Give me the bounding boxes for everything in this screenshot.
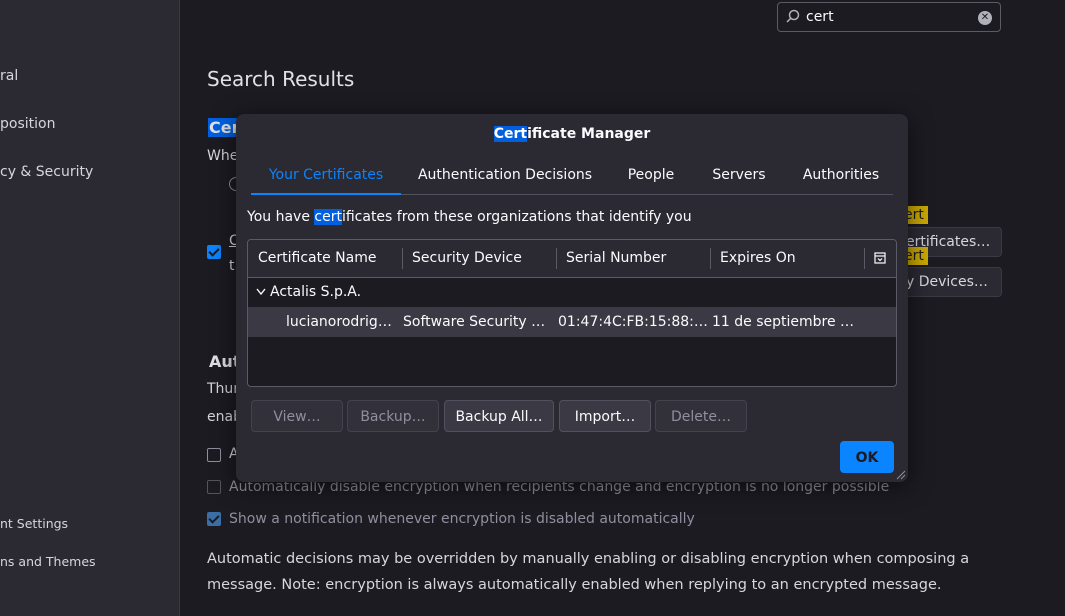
clear-search-icon[interactable]: ✕ bbox=[978, 11, 992, 25]
sidebar-item-account-settings[interactable]: nt Settings bbox=[0, 516, 68, 531]
import-button[interactable]: Import… bbox=[559, 400, 651, 432]
tree-group-row[interactable]: Actalis S.p.A. bbox=[248, 277, 896, 307]
search-box: ✕ bbox=[777, 2, 1001, 32]
backup-button[interactable]: Backup… bbox=[347, 400, 439, 432]
security-devices-button[interactable]: y Devices… bbox=[895, 267, 1002, 297]
cell-expires-on: 11 de septiembre de 2025 bbox=[712, 314, 858, 330]
background-checkbox-2[interactable] bbox=[207, 448, 221, 462]
delete-button[interactable]: Delete… bbox=[655, 400, 747, 432]
column-certificate-name[interactable]: Certificate Name bbox=[248, 240, 402, 277]
auto-disable-checkbox[interactable] bbox=[207, 480, 221, 494]
column-security-device[interactable]: Security Device bbox=[402, 240, 556, 277]
cell-security-device: Software Security Device bbox=[403, 314, 553, 330]
desc-after: ificates from these organizations that i… bbox=[341, 209, 692, 225]
show-notification-label: Show a notification whenever encryption … bbox=[229, 511, 695, 527]
dialog-title: Certificate Manager bbox=[236, 126, 908, 142]
section-text-fragment: Whe bbox=[207, 148, 239, 164]
sidebar: ral position cy & Security nt Settings n… bbox=[0, 0, 180, 616]
backup-all-button[interactable]: Backup All… bbox=[444, 400, 554, 432]
tree-header: Certificate Name Security Device Serial … bbox=[248, 240, 896, 278]
title-rest: ificate Manager bbox=[527, 126, 651, 142]
sidebar-item-addons-themes[interactable]: ns and Themes bbox=[0, 554, 96, 569]
search-icon bbox=[786, 9, 800, 23]
cell-certificate-name: lucianorodriguez… bbox=[286, 314, 396, 330]
resize-grip-icon[interactable] bbox=[896, 470, 906, 480]
column-serial-number[interactable]: Serial Number bbox=[556, 240, 710, 277]
sidebar-item-general[interactable]: ral bbox=[0, 68, 18, 84]
show-notification-checkbox[interactable] bbox=[207, 512, 221, 526]
certificates-description: You have certificates from these organiz… bbox=[247, 209, 692, 225]
title-highlight: Cert bbox=[493, 126, 528, 142]
tab-servers[interactable]: Servers bbox=[703, 158, 775, 193]
desc-highlight: cert bbox=[314, 209, 342, 225]
page-title: Search Results bbox=[207, 67, 355, 91]
column-separator[interactable] bbox=[864, 248, 865, 269]
certificate-tree[interactable]: Certificate Name Security Device Serial … bbox=[247, 239, 897, 387]
sidebar-item-privacy-security[interactable]: cy & Security bbox=[0, 164, 93, 180]
section2-line1: Thur bbox=[207, 381, 240, 397]
tab-authentication-decisions[interactable]: Authentication Decisions bbox=[411, 158, 599, 193]
tab-your-certificates[interactable]: Your Certificates bbox=[251, 158, 401, 195]
background-checkbox[interactable] bbox=[207, 245, 221, 259]
bottom-note: Automatic decisions may be overridden by… bbox=[207, 551, 970, 593]
view-button[interactable]: View… bbox=[251, 400, 343, 432]
ok-button[interactable]: OK bbox=[840, 441, 894, 473]
chevron-down-icon[interactable] bbox=[256, 288, 266, 296]
sidebar-item-composition[interactable]: position bbox=[0, 116, 55, 132]
column-picker-icon[interactable] bbox=[874, 252, 886, 264]
search-input[interactable] bbox=[806, 7, 976, 27]
tab-people[interactable]: People bbox=[617, 158, 685, 193]
certificate-row[interactable]: lucianorodriguez… Software Security Devi… bbox=[248, 307, 896, 337]
checkbox-label-fragment-2: t bbox=[229, 258, 235, 274]
column-expires-on[interactable]: Expires On bbox=[710, 240, 864, 277]
tab-bar: Your Certificates Authentication Decisio… bbox=[251, 158, 893, 195]
group-name: Actalis S.p.A. bbox=[270, 284, 362, 300]
desc-before: You have bbox=[247, 209, 315, 225]
certificate-manager-dialog: Certificate Manager Your Certificates Au… bbox=[236, 114, 908, 482]
tab-authorities[interactable]: Authorities bbox=[793, 158, 889, 193]
cell-serial-number: 01:47:4C:FB:15:88:3… bbox=[558, 314, 708, 330]
